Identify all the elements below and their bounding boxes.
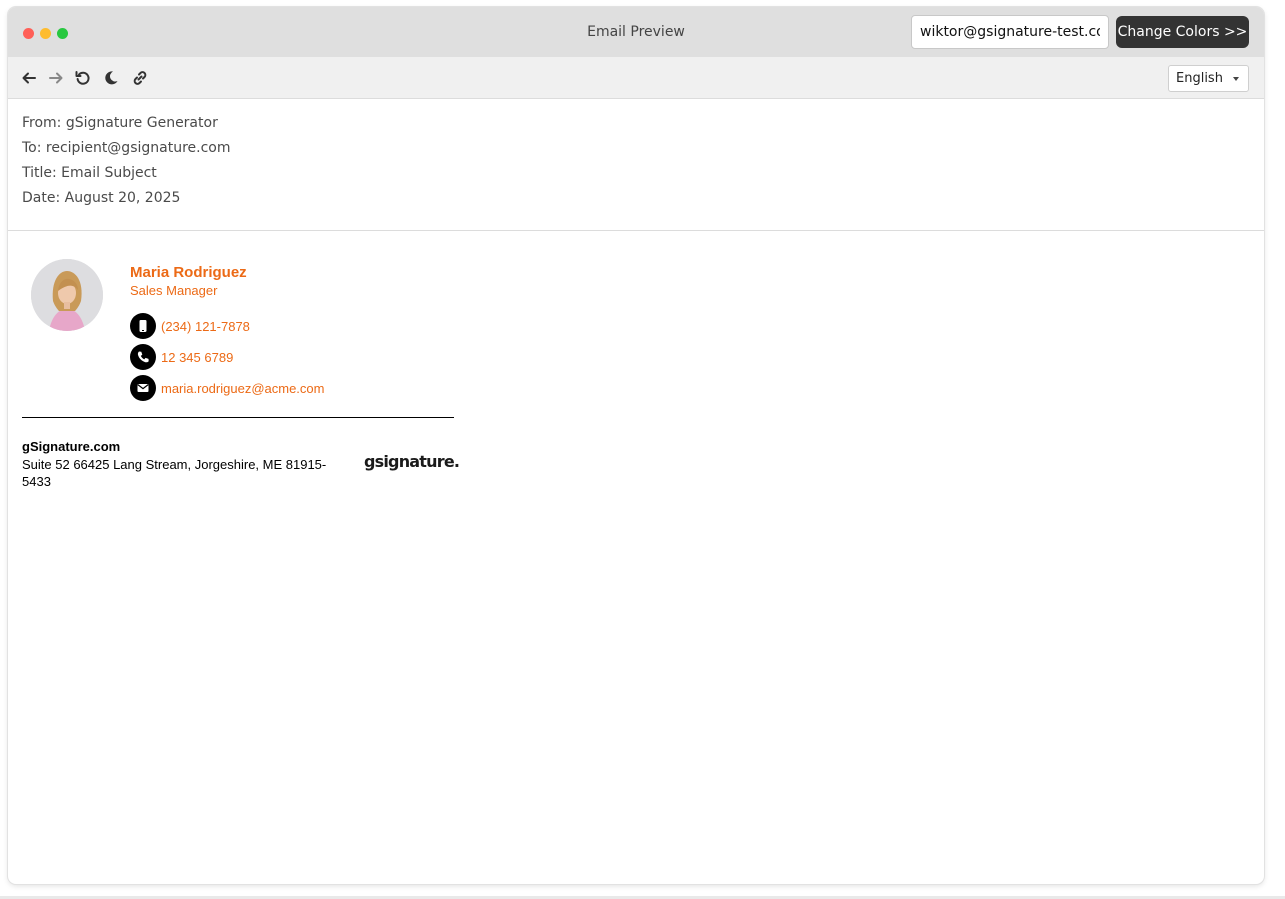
company-address: Suite 52 66425 Lang Stream, Jorgeshire, … [22, 457, 327, 489]
header-date: Date: August 20, 2025 [22, 190, 181, 206]
toolbar: English [8, 57, 1264, 99]
contact-phone-text: 12 345 6789 [161, 349, 234, 365]
header-divider [8, 230, 1264, 231]
link-icon[interactable] [131, 69, 149, 87]
phone-icon [130, 344, 156, 370]
language-value: English [1176, 71, 1223, 86]
chevron-down-icon [1233, 77, 1239, 81]
language-select[interactable]: English [1168, 65, 1249, 92]
contact-mobile[interactable]: (234) 121-7878 [130, 313, 250, 339]
mobile-phone-icon [130, 313, 156, 339]
signature-role: Sales Manager [130, 283, 218, 298]
email-preview-window: Email Preview Change Colors >> English F… [8, 7, 1264, 884]
header-to: To: recipient@gsignature.com [22, 140, 231, 156]
company-logo: gsignature. [364, 452, 460, 471]
signature-name: Maria Rodriguez [130, 264, 247, 281]
contact-phone[interactable]: 12 345 6789 [130, 344, 233, 370]
change-colors-button[interactable]: Change Colors >> [1116, 16, 1249, 48]
moon-icon[interactable] [102, 69, 120, 87]
company-name: gSignature.com [22, 439, 121, 454]
arrow-right-icon[interactable] [47, 69, 65, 87]
email-headers: From: gSignature Generator To: recipient… [22, 115, 231, 215]
contact-email-text: maria.rodriguez@acme.com [161, 380, 325, 396]
contact-mobile-text: (234) 121-7878 [161, 318, 250, 334]
envelope-icon [130, 375, 156, 401]
header-title: Title: Email Subject [22, 165, 157, 181]
contact-email[interactable]: maria.rodriguez@acme.com [130, 375, 324, 401]
reload-icon[interactable] [74, 69, 92, 87]
sender-email-input[interactable] [911, 15, 1109, 49]
signature-divider [22, 417, 454, 418]
header-from: From: gSignature Generator [22, 115, 218, 131]
title-bar: Email Preview Change Colors >> [8, 7, 1264, 57]
avatar [31, 259, 103, 331]
arrow-left-icon[interactable] [20, 69, 38, 87]
